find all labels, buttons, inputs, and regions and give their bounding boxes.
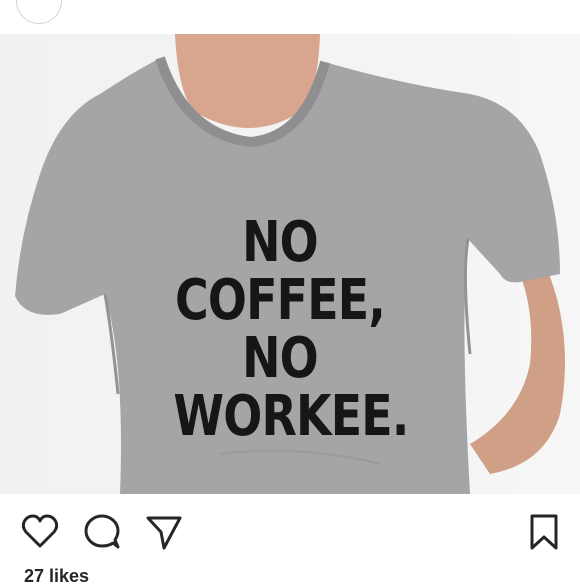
shirt-line-2: COFFEE,	[175, 268, 386, 333]
shirt-print-text: NO COFFEE, NO WORKEE.	[173, 210, 409, 449]
heart-icon[interactable]	[20, 512, 60, 552]
avatar[interactable]	[16, 0, 62, 24]
bookmark-icon[interactable]	[524, 512, 564, 552]
post-image[interactable]: NO COFFEE, NO WORKEE.	[0, 34, 580, 494]
comment-icon[interactable]	[82, 512, 122, 552]
send-icon[interactable]	[144, 512, 184, 552]
shirt-line-3: NO	[242, 326, 319, 391]
likes-count[interactable]: 27 likes	[24, 566, 89, 587]
action-bar	[0, 494, 580, 568]
shirt-line-1: NO	[242, 210, 319, 275]
shirt-line-4: WORKEE.	[173, 384, 409, 449]
post-header	[0, 0, 580, 34]
